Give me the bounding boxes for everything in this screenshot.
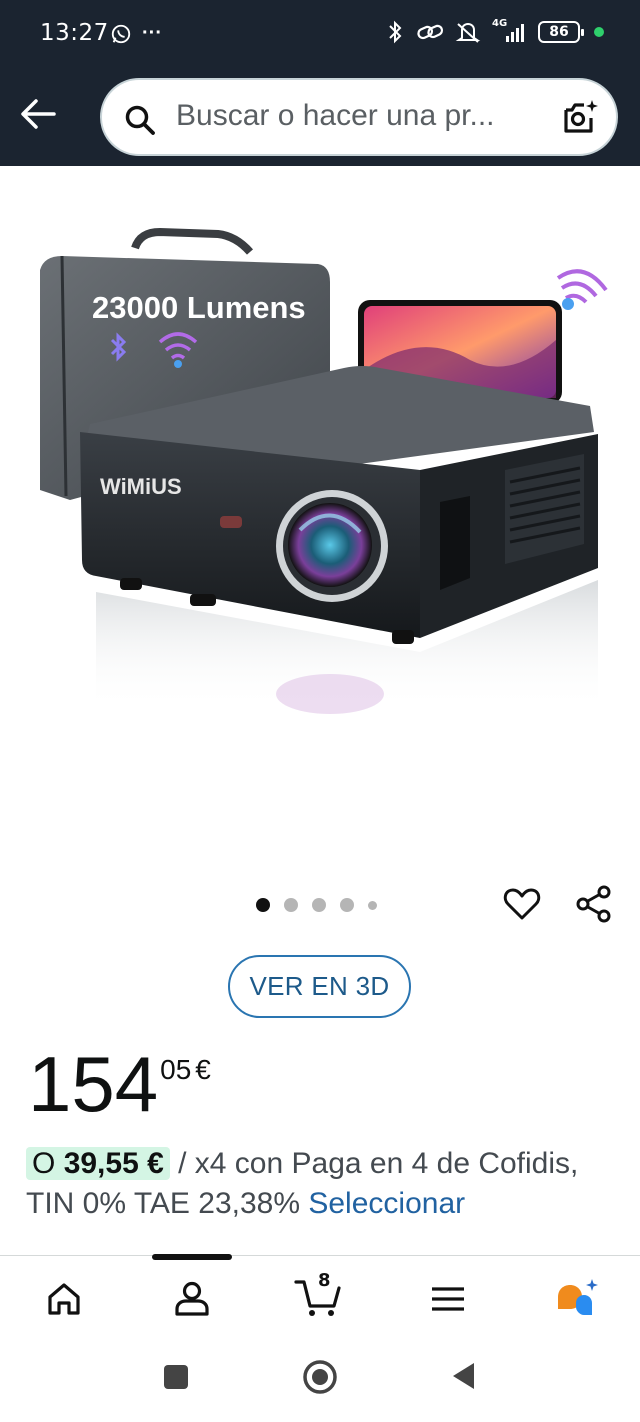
search-input[interactable]: Buscar o hacer una pr... — [176, 99, 546, 133]
status-time: 13:27 — [40, 20, 109, 46]
link-icon — [417, 24, 444, 40]
bluetooth-icon — [389, 20, 402, 44]
installment-offer: O 39,55 € / x4 con Paga en 4 de Cofidis,… — [26, 1144, 616, 1256]
back-arrow-icon[interactable] — [18, 94, 58, 134]
status-bar: 13:27 ··· 4G 86 — [0, 0, 640, 70]
product-image[interactable]: 23000 Lumens WiMiUS — [0, 200, 640, 720]
installment-highlight: O 39,55 € — [26, 1147, 170, 1180]
nav-account[interactable] — [167, 1274, 217, 1324]
carousel-dot[interactable] — [368, 900, 377, 910]
privacy-indicator-dot — [594, 27, 604, 37]
home-button-icon[interactable] — [302, 1359, 338, 1395]
person-icon — [175, 1281, 209, 1316]
installment-prefix: O — [32, 1147, 56, 1180]
assistant-chat-icon — [558, 1279, 598, 1315]
bottom-navigation: 8 — [0, 1254, 640, 1341]
lumens-badge: 23000 Lumens — [92, 290, 306, 325]
back-triangle-icon[interactable] — [450, 1361, 478, 1391]
mute-icon — [455, 22, 481, 43]
installment-rates: TIN 0% TAE 23,38% — [26, 1187, 309, 1220]
price-whole: 154 — [28, 1040, 159, 1128]
app-header: 13:27 ··· 4G 86 Buscar o hacer una pr... — [0, 0, 640, 166]
recent-apps-icon[interactable] — [162, 1363, 190, 1391]
nav-rufus-assistant[interactable] — [551, 1274, 601, 1324]
select-installment-link[interactable]: Seleccionar — [308, 1187, 465, 1220]
price-currency: € — [195, 1054, 211, 1085]
installment-text: / x4 con Paga en 4 de Cofidis, — [169, 1147, 579, 1180]
hamburger-menu-icon — [432, 1287, 464, 1311]
carousel-dot[interactable] — [256, 898, 270, 912]
nav-cart[interactable]: 8 — [294, 1270, 346, 1324]
price-fraction: 05 — [160, 1054, 192, 1085]
nav-home[interactable] — [39, 1274, 89, 1324]
whatsapp-icon — [111, 24, 131, 43]
camera-search-icon[interactable] — [560, 98, 600, 138]
status-notifications: ··· — [110, 22, 162, 45]
more-notifications-icon: ··· — [142, 22, 162, 44]
cart-count-badge: 8 — [318, 1270, 331, 1291]
carousel-dot[interactable] — [312, 898, 326, 912]
nav-menu[interactable] — [423, 1274, 473, 1324]
share-icon[interactable] — [574, 884, 614, 924]
view-in-3d-button[interactable]: VER EN 3D — [228, 955, 411, 1018]
carousel-dot[interactable] — [284, 898, 298, 912]
status-system-icons: 4G 86 — [386, 18, 604, 44]
installment-amount: 39,55 € — [63, 1147, 164, 1180]
system-navigation-bar — [0, 1341, 640, 1422]
brand-logo: WiMiUS — [100, 474, 182, 499]
carousel-dot[interactable] — [340, 898, 354, 912]
home-icon — [48, 1283, 80, 1315]
search-icon — [125, 105, 155, 135]
signal-icon: 4G — [492, 18, 528, 44]
image-carousel-indicator[interactable] — [256, 898, 377, 912]
search-bar[interactable]: Buscar o hacer una pr... — [100, 78, 618, 156]
product-price: 154 05 € — [28, 1040, 211, 1128]
battery-indicator: 86 — [538, 21, 584, 43]
wishlist-heart-icon[interactable] — [502, 884, 542, 924]
active-tab-indicator — [152, 1254, 232, 1260]
